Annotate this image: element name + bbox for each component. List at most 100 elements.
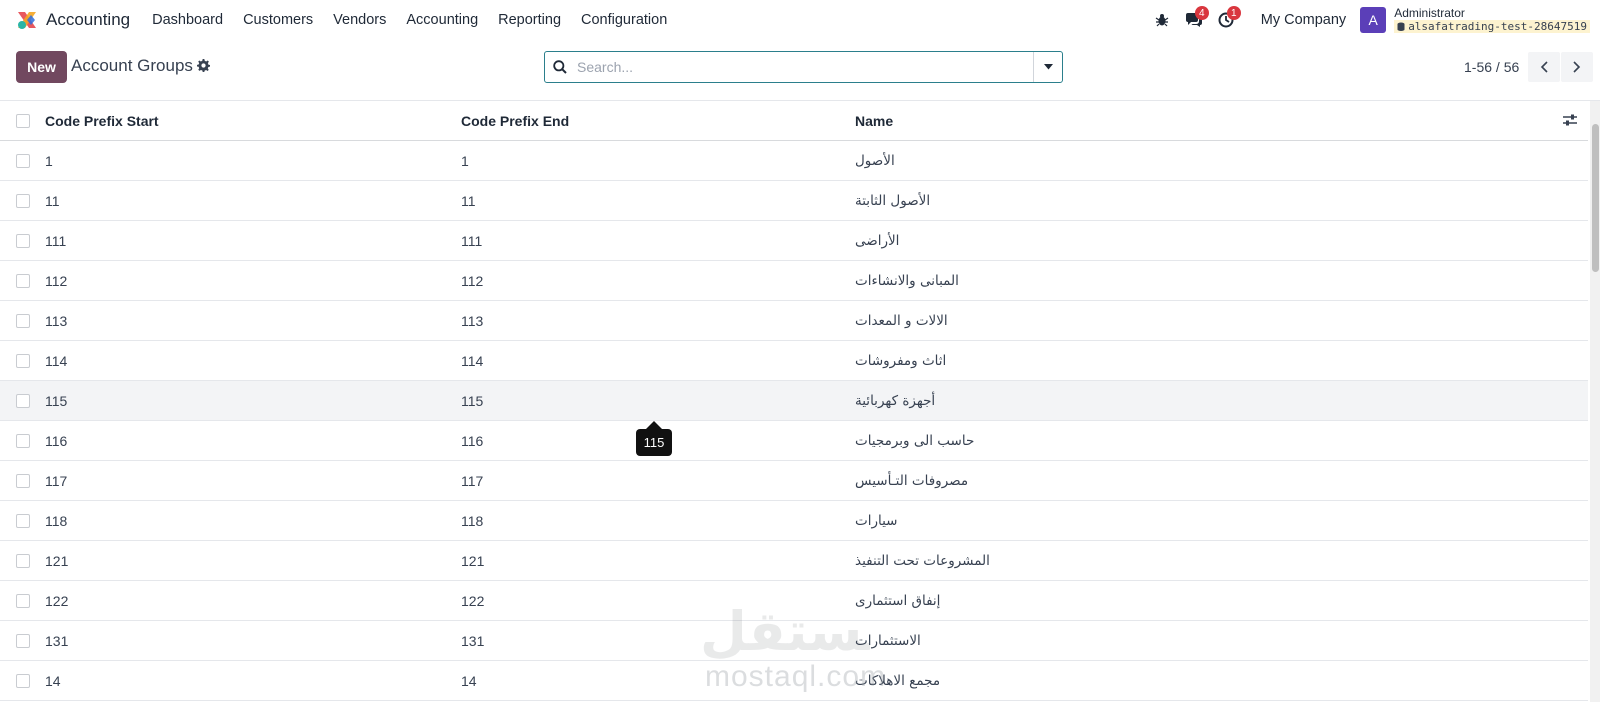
cell-code-prefix-end: 116 [461,432,484,449]
cell-code-prefix-start: 1 [45,152,53,169]
table-row[interactable]: 1 1 الأصول [0,141,1588,181]
cell-code-prefix-end: 121 [461,552,485,569]
row-checkbox[interactable] [16,634,30,648]
menu-reporting[interactable]: Reporting [488,0,571,40]
cell-code-prefix-start: 114 [45,352,68,369]
row-checkbox[interactable] [16,554,30,568]
row-checkbox[interactable] [16,474,30,488]
cell-name: حاسب الى وبرمجيات [855,432,975,449]
cell-code-prefix-start: 131 [45,632,69,649]
row-checkbox[interactable] [16,314,30,328]
messages-chat-icon[interactable]: 4 [1181,0,1209,40]
header-code-prefix-end[interactable]: Code Prefix End [461,113,569,129]
table-row[interactable]: 114 114 اثاث ومفروشات [0,341,1588,381]
page-title: Account Groups [71,56,193,75]
activities-badge: 1 [1226,6,1241,20]
row-checkbox[interactable] [16,194,30,208]
app-brand[interactable]: Accounting [16,9,130,31]
user-menu[interactable]: Administrator alsafatrading-test-2864751… [1394,7,1590,33]
table-row[interactable]: 116 116 حاسب الى وبرمجيات [0,421,1588,461]
menu-customers[interactable]: Customers [233,0,323,40]
table-row[interactable]: 121 121 المشروعات تحت التنفيذ [0,541,1588,581]
cell-code-prefix-end: 115 [461,392,484,409]
main-menu: Dashboard Customers Vendors Accounting R… [142,0,677,40]
table-row[interactable]: 112 112 المبانى والانشاءات [0,261,1588,301]
tooltip: 115 [636,429,672,456]
row-checkbox[interactable] [16,594,30,608]
company-switcher[interactable]: My Company [1261,12,1346,28]
row-checkbox[interactable] [16,154,30,168]
table-row[interactable]: 111 111 الأراضى [0,221,1588,261]
row-checkbox[interactable] [16,674,30,688]
search-options-toggle[interactable] [1033,52,1062,82]
search-icon [545,52,575,82]
table-row[interactable]: 117 117 مصروفات التـأسيس [0,461,1588,501]
control-panel: New Account Groups 1-56 / 56 [0,40,1600,101]
cell-code-prefix-end: 114 [461,352,484,369]
new-button[interactable]: New [16,51,67,83]
search-input[interactable] [575,52,1033,82]
cell-name: أجهزة كهربائية [855,392,936,409]
row-checkbox[interactable] [16,434,30,448]
scrollbar-thumb[interactable] [1592,124,1599,272]
menu-configuration[interactable]: Configuration [571,0,677,40]
cell-code-prefix-start: 11 [45,192,60,209]
tooltip-arrow [646,421,662,429]
menu-accounting[interactable]: Accounting [396,0,488,40]
row-checkbox[interactable] [16,274,30,288]
menu-dashboard[interactable]: Dashboard [142,0,233,40]
pager-previous-button[interactable] [1528,52,1560,82]
cell-code-prefix-start: 121 [45,552,69,569]
cell-code-prefix-end: 118 [461,512,484,529]
cell-name: المشروعات تحت التنفيذ [855,552,990,569]
cell-code-prefix-end: 117 [461,472,484,489]
header-name[interactable]: Name [855,113,893,129]
cell-code-prefix-end: 1 [461,152,469,169]
row-checkbox[interactable] [16,354,30,368]
menu-vendors[interactable]: Vendors [323,0,396,40]
debug-bug-icon[interactable] [1149,0,1175,40]
row-checkbox[interactable] [16,394,30,408]
cell-code-prefix-end: 122 [461,592,485,609]
optional-columns-sliders-icon[interactable] [1563,113,1577,130]
table-row[interactable]: 11 11 الأصول الثابتة [0,181,1588,221]
watermark-logo: مستقل [700,600,898,663]
pager-value[interactable]: 1-56 / 56 [1464,59,1519,75]
gear-icon[interactable] [197,59,210,75]
user-name: Administrator [1394,6,1465,20]
table-row[interactable]: 113 113 الالات و المعدات [0,301,1588,341]
cell-code-prefix-end: 111 [461,232,483,249]
watermark-text: mostaql.com [705,660,887,693]
cell-code-prefix-start: 116 [45,432,68,449]
cell-code-prefix-start: 113 [45,312,68,329]
cell-name: الالات و المعدات [855,312,948,329]
cell-name: الأصول [855,152,895,169]
search-bar [544,51,1063,83]
cell-code-prefix-start: 111 [45,232,67,249]
row-checkbox[interactable] [16,514,30,528]
activities-clock-icon[interactable]: 1 [1213,0,1241,40]
pager-next-button[interactable] [1561,52,1593,82]
cell-code-prefix-end: 131 [461,632,485,649]
cell-name: مصروفات التـأسيس [855,472,969,489]
cell-code-prefix-end: 113 [461,312,484,329]
user-avatar[interactable]: A [1360,7,1387,33]
svg-text:مستقل: مستقل [700,600,870,660]
table-row[interactable]: 115 115 أجهزة كهربائية [0,381,1588,421]
cell-code-prefix-start: 115 [45,392,68,409]
cell-name: اثاث ومفروشات [855,352,947,369]
table-header: Code Prefix Start Code Prefix End Name [0,101,1588,141]
cell-code-prefix-start: 117 [45,472,68,489]
chevron-left-icon [1540,61,1548,73]
header-code-prefix-start[interactable]: Code Prefix Start [45,113,159,129]
database-name-text: alsafatrading-test-28647519 [1408,20,1587,33]
cell-name: الأراضى [855,232,900,249]
row-checkbox[interactable] [16,234,30,248]
cell-name: سيارات [855,512,898,529]
messages-badge: 4 [1194,6,1209,20]
cell-name: الأصول الثابتة [855,192,931,209]
cell-code-prefix-start: 122 [45,592,69,609]
select-all-checkbox[interactable] [16,114,30,128]
table-row[interactable]: 118 118 سيارات [0,501,1588,541]
odoo-app-icon [16,9,38,31]
